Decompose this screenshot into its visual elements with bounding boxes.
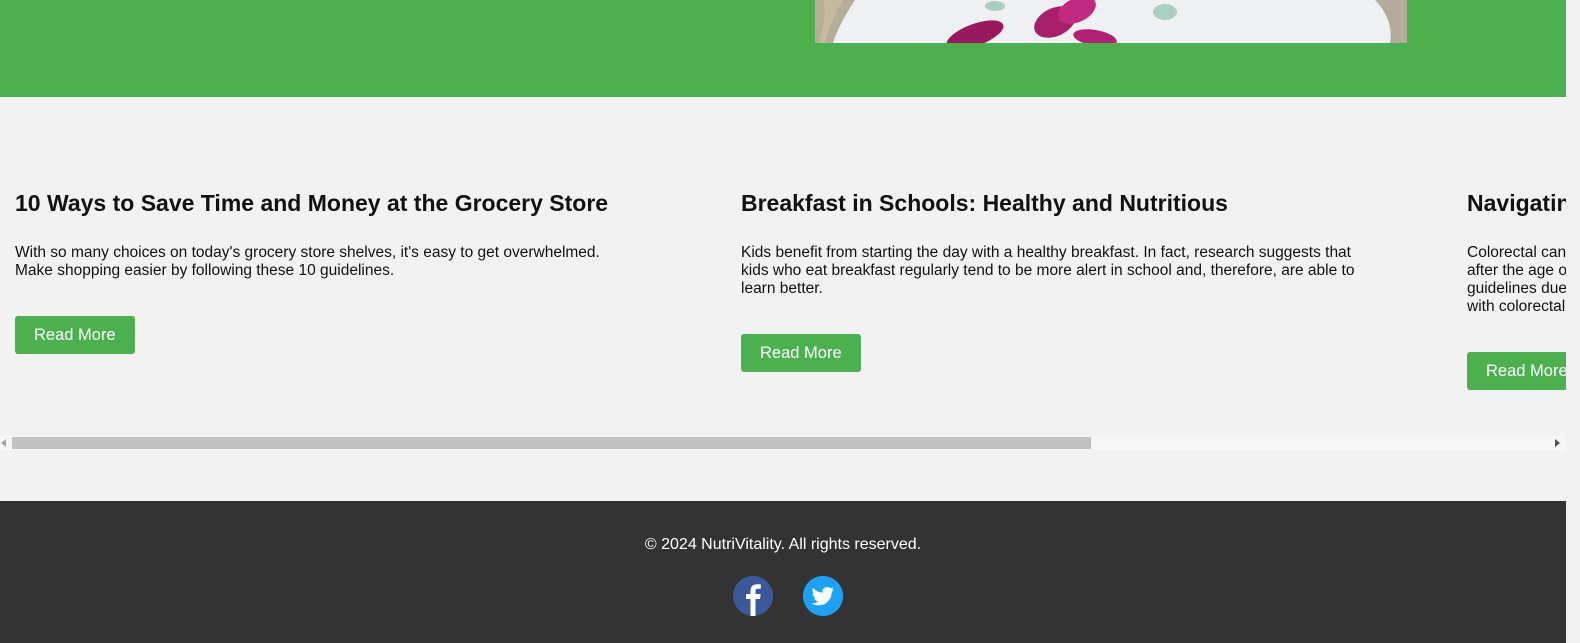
site-footer: © 2024 NutriVitality. All rights reserve… (0, 501, 1566, 643)
article-title: Navigatin and Lifes (1467, 190, 1566, 216)
scroll-right-arrow-icon[interactable] (1555, 439, 1560, 447)
article-card: Navigatin and Lifes Colorectal can after… (1467, 189, 1566, 390)
read-more-button[interactable]: Read More (1467, 352, 1566, 390)
facebook-glyph (733, 576, 773, 616)
article-title: Breakfast in Schools: Healthy and Nutrit… (741, 190, 1228, 216)
copyright-text: © 2024 NutriVitality. All rights reserve… (644, 536, 922, 553)
article-summary: With so many choices on today's grocery … (15, 244, 600, 279)
article-summary: Kids benefit from starting the day with … (741, 244, 1355, 297)
twitter-icon[interactable] (803, 576, 843, 616)
article-card: Breakfast in Schools: Healthy and Nutrit… (741, 189, 1361, 372)
twitter-glyph (803, 576, 843, 616)
capsules-image (815, 0, 1407, 43)
facebook-icon[interactable] (733, 576, 773, 616)
article-summary: Colorectal can after the age o guideline… (1467, 244, 1566, 315)
page-vertical-scrollbar[interactable] (1566, 0, 1580, 643)
hero-banner (0, 0, 1566, 97)
scrollbar-thumb[interactable] (12, 437, 1091, 449)
horizontal-scrollbar[interactable] (0, 436, 1566, 450)
article-card: 10 Ways to Save Time and Money at the Gr… (15, 189, 635, 354)
read-more-button[interactable]: Read More (741, 334, 861, 372)
social-links (733, 576, 843, 616)
scroll-left-arrow-icon[interactable] (1, 439, 6, 447)
hero-image (815, 0, 1407, 43)
article-title: 10 Ways to Save Time and Money at the Gr… (15, 190, 609, 216)
read-more-button[interactable]: Read More (15, 316, 135, 354)
